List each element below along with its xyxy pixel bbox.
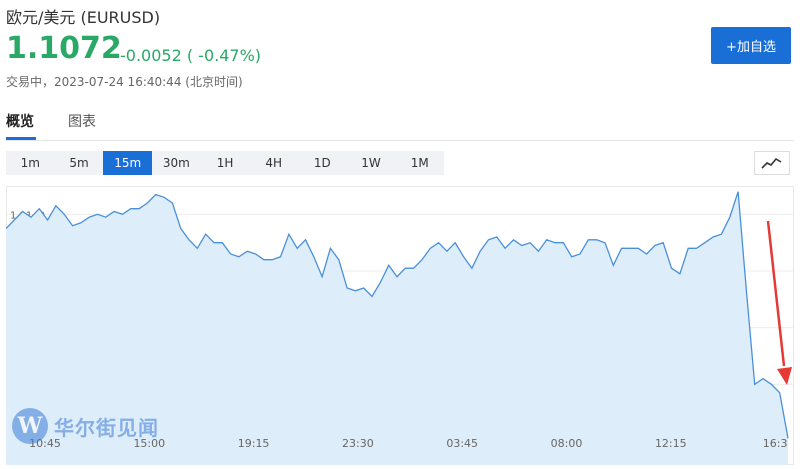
arrow-head-icon <box>777 367 792 385</box>
tab-overview[interactable]: 概览 <box>6 111 34 131</box>
trading-status: 交易中，2023-07-24 16:40:44 (北京时间) <box>6 75 243 89</box>
period-1d[interactable]: 1D <box>298 151 347 175</box>
chart-type-button[interactable] <box>754 151 790 175</box>
active-tab-indicator <box>6 137 36 140</box>
watermark-text: 华尔街见闻 <box>54 415 159 440</box>
line-chart-icon <box>761 157 782 169</box>
watermark: W 华尔街见闻 <box>12 408 159 444</box>
period-1m[interactable]: 1m <box>6 151 55 175</box>
add-watchlist-button[interactable]: +加自选 <box>711 27 791 64</box>
last-price: 1.1072 <box>6 31 122 66</box>
period-15m[interactable]: 15m <box>103 151 153 175</box>
period-5m[interactable]: 5m <box>55 151 104 175</box>
x-tick-label: 23:30 <box>342 437 374 450</box>
x-tick-label: 08:00 <box>551 437 583 450</box>
x-tick-label: 16:3 <box>763 437 788 450</box>
arrow-shaft <box>766 220 786 367</box>
period-1w[interactable]: 1W <box>347 151 396 175</box>
instrument-title: 欧元/美元 (EURUSD) <box>6 8 161 27</box>
x-tick-label: 19:15 <box>238 437 270 450</box>
wallstreetcn-logo-icon: W <box>12 408 48 444</box>
period-1h[interactable]: 1H <box>201 151 250 175</box>
tab-bar: 概览 图表 <box>6 110 794 141</box>
period-selector: 1m 5m 15m 30m 1H 4H 1D 1W 1M <box>6 151 444 175</box>
tab-chart[interactable]: 图表 <box>68 111 96 131</box>
period-30m[interactable]: 30m <box>152 151 201 175</box>
x-tick-label: 12:15 <box>655 437 687 450</box>
period-1mo[interactable]: 1M <box>395 151 444 175</box>
x-tick-label: 03:45 <box>446 437 478 450</box>
period-4h[interactable]: 4H <box>249 151 298 175</box>
price-change: -0.0052 ( -0.47%) <box>120 46 262 65</box>
